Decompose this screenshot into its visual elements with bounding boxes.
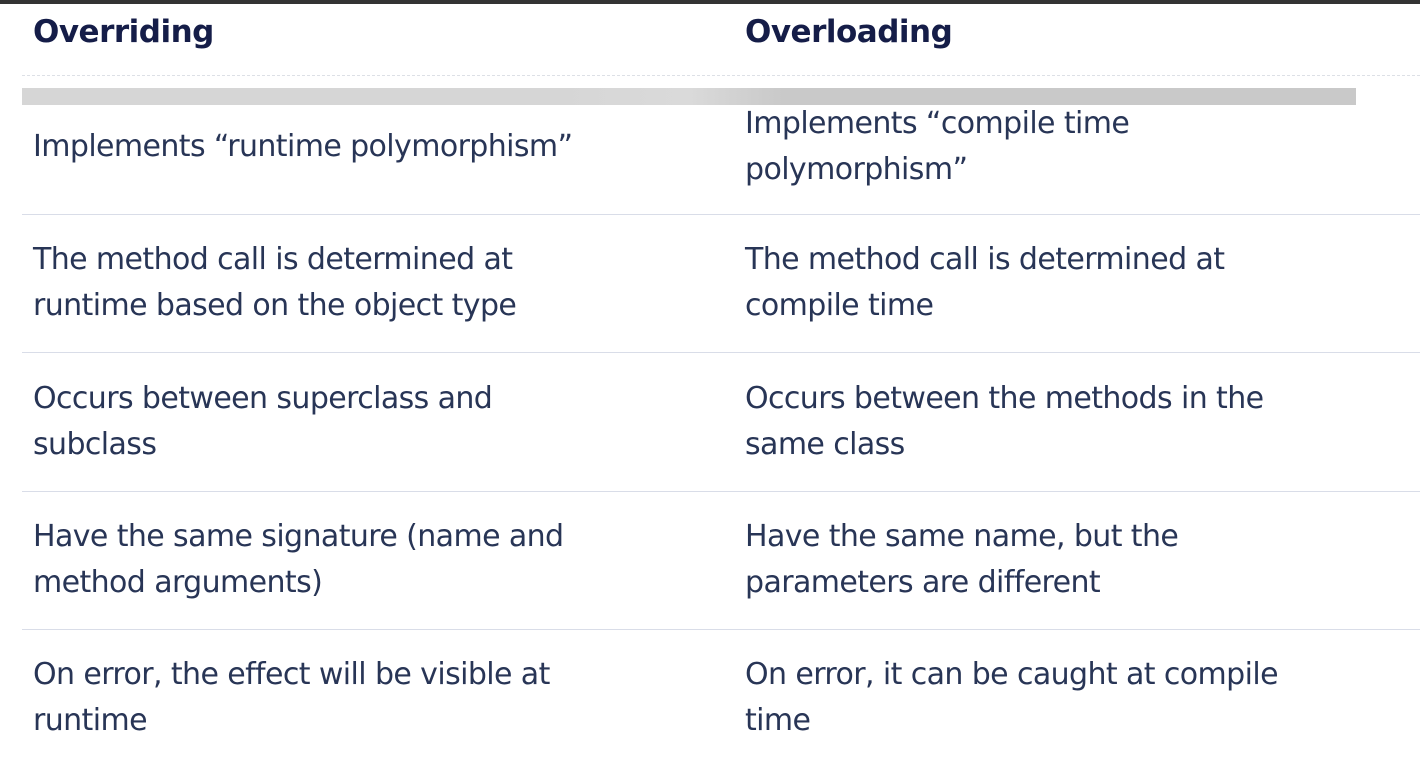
cell-overloading: On error, it can be caught at compile tim… bbox=[745, 629, 1279, 766]
cell-line: Implements “runtime polymorphism” bbox=[33, 129, 573, 164]
table-row: On error, the effect will be visible at r… bbox=[0, 629, 1420, 766]
cell-overloading: Occurs between the methods in the same cl… bbox=[745, 352, 1264, 491]
header-overloading: Overloading bbox=[745, 14, 953, 50]
table-row: The method call is determined at runtime … bbox=[0, 214, 1420, 352]
cell-overriding: The method call is determined at runtime … bbox=[33, 214, 517, 352]
header-overriding: Overriding bbox=[33, 14, 214, 50]
window-top-bar bbox=[0, 0, 1420, 4]
cell-line: runtime bbox=[33, 702, 148, 738]
cell-line: compile time bbox=[745, 288, 934, 323]
cell-overriding: On error, the effect will be visible at r… bbox=[33, 629, 550, 766]
cell-overriding: Have the same signature (name and method … bbox=[33, 491, 564, 629]
cell-line: parameters are different bbox=[745, 565, 1101, 600]
cell-line: time bbox=[745, 702, 811, 738]
cell-line: On error, it can be caught at compile bbox=[745, 656, 1279, 692]
cell-line: Occurs between superclass and bbox=[33, 380, 493, 416]
cell-line: subclass bbox=[33, 426, 157, 462]
cell-line: Occurs between the methods in the bbox=[745, 380, 1264, 416]
cell-overloading: Have the same name, but the parameters ar… bbox=[745, 491, 1179, 629]
cell-line: polymorphism” bbox=[745, 152, 968, 187]
table-row: Have the same signature (name and method … bbox=[0, 491, 1420, 629]
cell-line: runtime based on the object type bbox=[33, 288, 517, 323]
cell-line: Implements “compile time bbox=[745, 106, 1130, 141]
cell-line: same class bbox=[745, 426, 905, 462]
header-bar bbox=[22, 88, 1356, 105]
table-row: Occurs between superclass and subclass Occ… bbox=[0, 352, 1420, 491]
cell-line: Have the same name, but the bbox=[745, 519, 1179, 554]
cell-line: method arguments) bbox=[33, 565, 323, 600]
cell-line: The method call is determined at bbox=[745, 242, 1225, 277]
cell-line: Have the same signature (name and bbox=[33, 519, 564, 554]
cell-line: On error, the effect will be visible at bbox=[33, 656, 550, 692]
header-divider bbox=[22, 75, 1420, 76]
cell-overriding: Occurs between superclass and subclass bbox=[33, 352, 493, 491]
cell-overloading: The method call is determined at compile … bbox=[745, 214, 1225, 352]
cell-line: The method call is determined at bbox=[33, 242, 513, 277]
